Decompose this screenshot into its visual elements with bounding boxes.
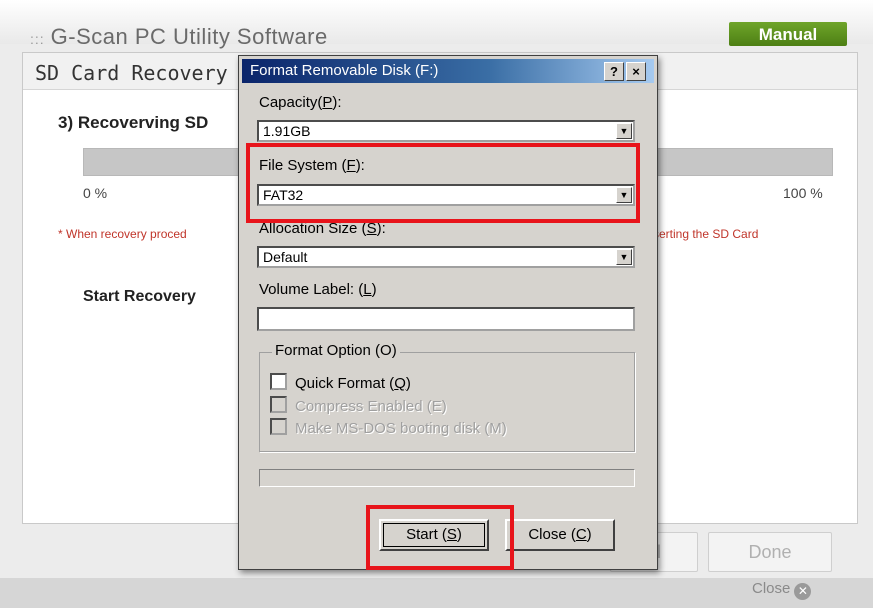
format-option-group: Format Option (O) Quick Format (Q) Compr… — [259, 342, 635, 452]
allocation-size-value: Default — [263, 249, 308, 265]
capacity-select[interactable]: 1.91GB ▼ — [257, 120, 635, 142]
allocation-size-select[interactable]: Default ▼ — [257, 246, 635, 268]
warning-text-tail: serting the SD Card — [653, 227, 759, 241]
help-icon[interactable]: ? — [604, 62, 624, 81]
close-circle-icon: ✕ — [794, 583, 812, 600]
app-title-text: G-Scan PC Utility Software — [50, 24, 328, 49]
app-header: ::: G-Scan PC Utility Software Manual — [0, 0, 873, 49]
msdos-checkbox — [270, 418, 287, 435]
dropdown-arrow-icon[interactable]: ▼ — [616, 249, 632, 265]
step-label: 3) Recoverving SD — [58, 113, 209, 132]
dropdown-arrow-icon[interactable]: ▼ — [616, 123, 632, 139]
dialog-close-button[interactable]: Close (C) — [505, 519, 615, 551]
progress-end-label: 100 % — [783, 185, 823, 201]
file-system-highlight — [246, 143, 640, 223]
volume-label-input[interactable] — [257, 307, 635, 331]
dialog-titlebar[interactable]: Format Removable Disk (F:) ? × — [242, 59, 654, 83]
done-button[interactable]: Done — [708, 532, 832, 572]
compress-checkbox — [270, 396, 287, 413]
app-title: ::: G-Scan PC Utility Software — [30, 24, 328, 50]
capacity-label: Capacity(P): — [259, 94, 342, 111]
warning-text: * When recovery proced — [58, 227, 187, 241]
start-button-highlight — [366, 505, 514, 570]
quick-format-option[interactable]: Quick Format (Q) — [270, 373, 411, 393]
format-option-title: Format Option (O) — [272, 342, 400, 359]
progress-start-label: 0 % — [83, 185, 108, 201]
panel-title: SD Card Recovery — [35, 61, 228, 85]
compress-option: Compress Enabled (E) — [270, 396, 447, 416]
app-close-label: Close — [752, 580, 791, 597]
grip-icon: ::: — [30, 31, 45, 47]
quick-format-label: Quick Format (Q) — [295, 375, 411, 392]
capacity-value: 1.91GB — [263, 123, 311, 139]
start-recovery-label: Start Recovery — [83, 288, 196, 305]
compress-label: Compress Enabled (E) — [295, 398, 447, 415]
close-icon[interactable]: × — [626, 62, 646, 81]
manual-button[interactable]: Manual — [729, 22, 847, 46]
format-progress-bar — [259, 469, 635, 487]
msdos-label: Make MS-DOS booting disk (M) — [295, 420, 507, 437]
app-close-link[interactable]: Close ✕ — [752, 580, 812, 600]
volume-label-label: Volume Label: (L) — [259, 281, 377, 298]
dialog-title: Format Removable Disk (F:) — [250, 62, 439, 79]
msdos-option: Make MS-DOS booting disk (M) — [270, 418, 507, 438]
format-dialog: Format Removable Disk (F:) ? × Capacity(… — [238, 55, 658, 570]
quick-format-checkbox[interactable] — [270, 373, 287, 390]
footer-bar — [0, 578, 873, 608]
